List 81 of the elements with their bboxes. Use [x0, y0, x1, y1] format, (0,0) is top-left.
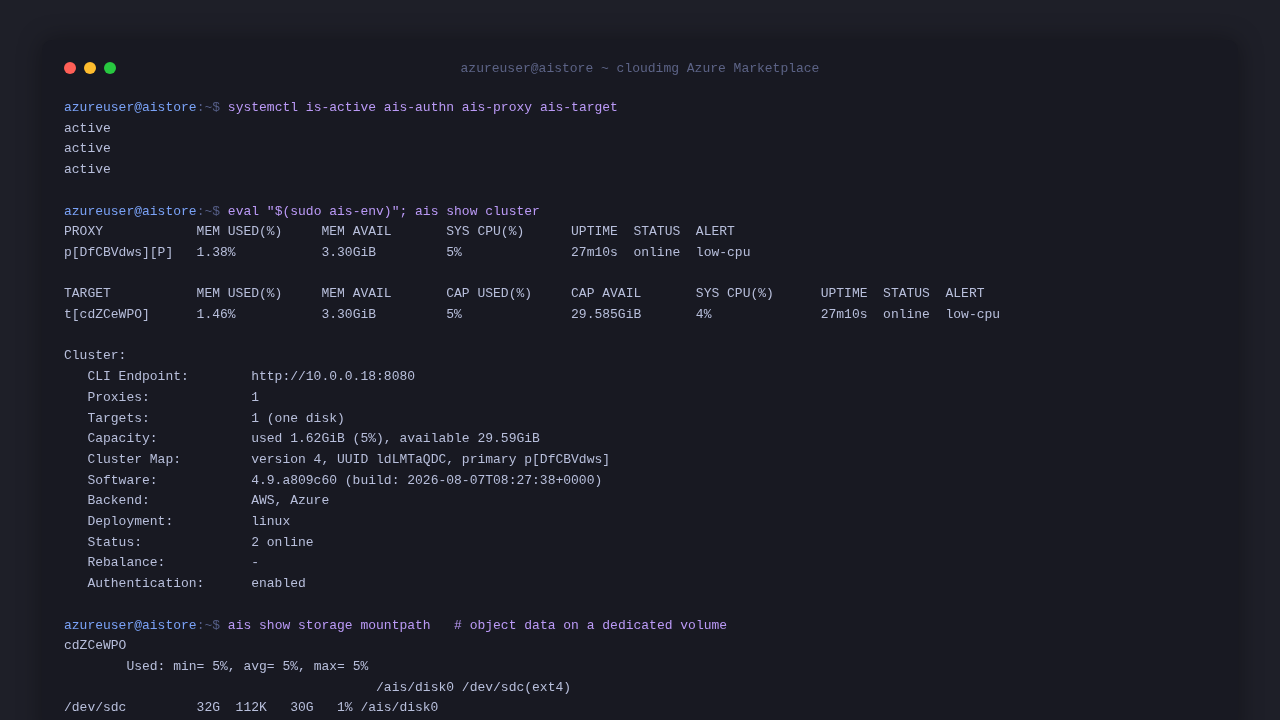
column-header: MEM USED(%)	[196, 224, 283, 240]
window-title: azureuser@aistore ~ cloudimg Azure Marketplace	[460, 60, 820, 76]
column-header: CAP AVAIL	[571, 286, 642, 302]
prompt-path: :~$	[196, 99, 221, 117]
field-label: Backend:	[87, 493, 150, 509]
column-header: ALERT	[695, 224, 735, 240]
field-label: Software:	[87, 472, 158, 488]
table-cell: online	[883, 307, 930, 322]
column-header: MEM AVAIL	[321, 224, 392, 240]
field-value: version 4, UUID ldLMTaQDC, primary p[DfCBVdws]	[251, 450, 611, 469]
prompt-path: :~$	[196, 616, 221, 635]
close-button[interactable]	[64, 62, 76, 74]
table-cell: 27m10s	[820, 307, 868, 322]
column-header: MEM AVAIL	[321, 286, 392, 302]
field-value: -	[251, 554, 259, 573]
prompt-user: azureuser@aistore	[64, 99, 197, 117]
table-cell: 3.30GiB	[321, 307, 377, 322]
column-header: STATUS	[633, 224, 681, 240]
table-cell: 1.46%	[196, 307, 236, 322]
table-cell: 5%	[446, 244, 462, 260]
field-label: CLI Endpoint:	[87, 369, 189, 385]
column-header: SYS CPU(%)	[695, 286, 774, 302]
field-label: Targets:	[87, 410, 150, 426]
df-cell: 112K	[235, 700, 267, 716]
column-header: STATUS	[883, 286, 930, 302]
command-comment: # object data on a dedicated volume	[454, 616, 728, 635]
target-id: cdZCeWPO	[64, 637, 127, 656]
df-cell: 30G	[290, 700, 314, 716]
field-label: Proxies:	[87, 389, 150, 405]
table-cell: 29.585GiB	[571, 307, 642, 322]
section-heading: Cluster:	[64, 347, 127, 366]
table-cell: p[DfCBVdws][P]	[64, 244, 174, 260]
table-cell: 1.38%	[196, 244, 236, 260]
field-label: Cluster Map:	[87, 451, 181, 467]
table-cell: 27m10s	[571, 244, 618, 260]
column-header: SYS CPU(%)	[446, 224, 525, 240]
output-line: active	[64, 140, 111, 159]
field-value: http://10.0.0.18:8080	[251, 368, 416, 387]
df-cell: /ais/disk0	[360, 700, 439, 716]
df-cell: /dev/sdc	[64, 700, 127, 716]
field-label: Capacity:	[87, 431, 158, 447]
mount-info: /ais/disk0 /dev/sdc(ext4)	[376, 678, 572, 697]
usage-line: Used: min= 5%, avg= 5%, max= 5%	[126, 657, 369, 676]
column-header: CAP USED(%)	[446, 286, 533, 302]
field-value: linux	[251, 513, 291, 531]
command-text: systemctl is-active ais-authn ais-proxy ais-target	[227, 99, 618, 117]
table-cell: 4%	[695, 307, 712, 322]
command-text: eval "$(sudo ais-env)"; ais show cluster	[227, 202, 540, 221]
column-header: MEM USED(%)	[196, 286, 283, 302]
table-cell: online	[633, 244, 681, 260]
df-cell: 1%	[337, 700, 353, 716]
table-cell: low-cpu	[945, 307, 1001, 322]
field-value: 2 online	[251, 533, 314, 552]
table-cell: low-cpu	[695, 244, 751, 260]
command-text: ais show storage mountpath	[227, 616, 431, 635]
table-cell: 3.30GiB	[321, 244, 377, 260]
minimize-button[interactable]	[84, 62, 96, 74]
field-value: enabled	[251, 575, 306, 594]
field-label: Status:	[87, 534, 142, 550]
field-value: 4.9.a809c60 (build: 2026-08-07T08:27:38+0000)	[251, 471, 603, 490]
column-header: UPTIME	[820, 286, 868, 302]
field-label: Authentication:	[87, 576, 205, 592]
output-line: active	[64, 119, 111, 138]
column-header: TARGET	[64, 286, 111, 302]
field-value: 1 (one disk)	[251, 409, 345, 428]
table-cell: t[cdZCeWPO]	[64, 307, 150, 322]
prompt-user: azureuser@aistore	[64, 616, 197, 635]
field-value: AWS, Azure	[251, 492, 330, 511]
prompt-path: :~$	[196, 202, 221, 221]
column-header: UPTIME	[571, 224, 618, 240]
prompt-user: azureuser@aistore	[64, 202, 197, 221]
field-value: used 1.62GiB (5%), available 29.59GiB	[251, 430, 540, 449]
output-line: active	[64, 161, 111, 180]
field-label: Rebalance:	[87, 555, 166, 571]
column-header: ALERT	[945, 286, 985, 302]
field-value: 1	[251, 388, 259, 407]
table-cell: 5%	[446, 307, 462, 322]
field-label: Deployment:	[87, 514, 174, 529]
zoom-button[interactable]	[104, 62, 116, 74]
df-cell: 32G	[196, 700, 220, 716]
column-header: PROXY	[64, 224, 103, 240]
